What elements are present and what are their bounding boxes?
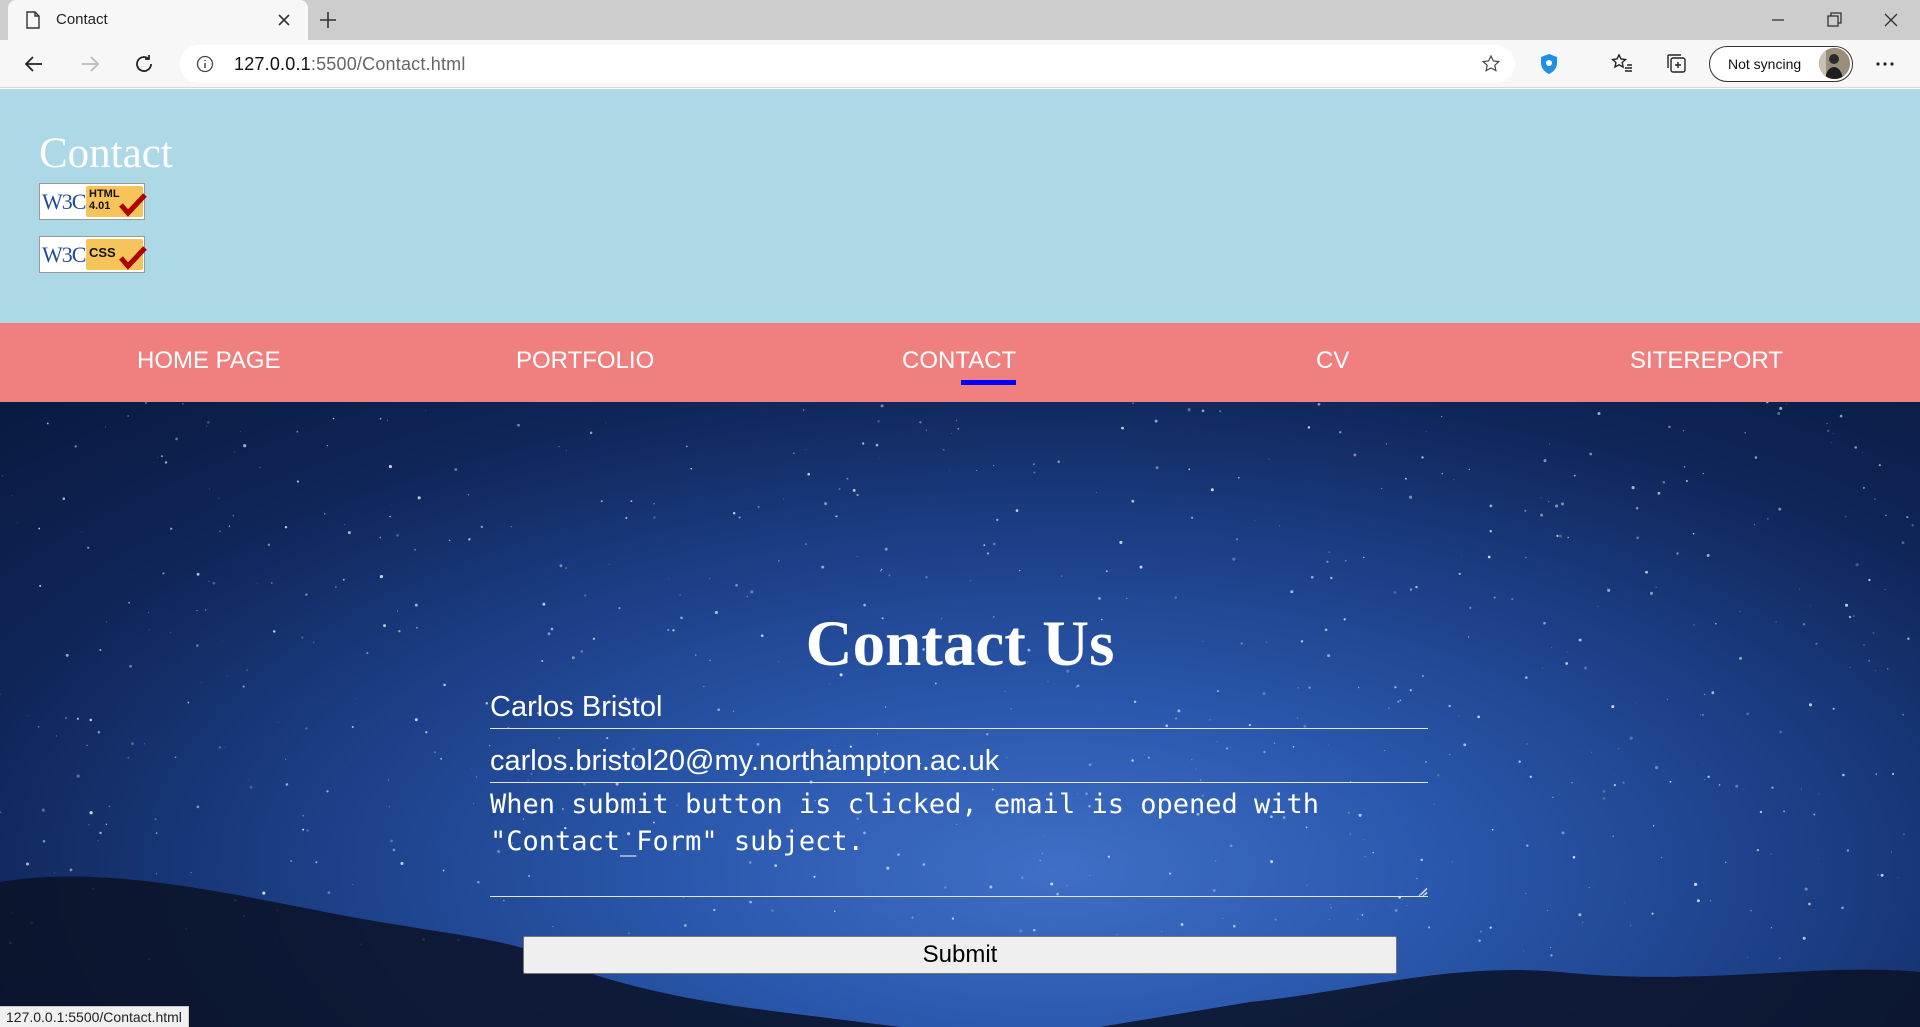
address-bar: 127.0.0.1:5500/Contact.html Not syncing [0, 40, 1920, 88]
close-tab-icon[interactable] [274, 10, 294, 30]
refresh-icon[interactable] [132, 52, 156, 76]
submit-button[interactable]: Submit [523, 936, 1397, 974]
more-options-icon[interactable] [1873, 52, 1897, 76]
email-field[interactable] [490, 740, 1428, 783]
checkmark-icon [119, 246, 147, 270]
nav-contact[interactable]: CONTACT [902, 347, 1017, 385]
w3c-logo-text: W3C [42, 189, 86, 214]
avatar [1819, 48, 1850, 79]
favorites-icon[interactable] [1610, 52, 1634, 76]
nav-cv[interactable]: CV [1316, 347, 1349, 375]
w3c-logo-text: W3C [42, 242, 86, 267]
forward-icon[interactable] [78, 52, 102, 76]
main-nav: HOME PAGE PORTFOLIO CONTACT CV SITEREPOR… [0, 323, 1920, 402]
page-title: Contact [39, 130, 173, 177]
favorite-star-icon[interactable] [1481, 54, 1501, 74]
tab-strip: Contact [0, 0, 1920, 40]
nav-sitereport[interactable]: SITEREPORT [1630, 347, 1783, 375]
starry-sky-background: Contact Us When submit button is clicked… [0, 402, 1920, 1027]
url-field[interactable]: 127.0.0.1:5500/Contact.html [180, 45, 1515, 83]
badge-label: HTML 4.01 [89, 188, 120, 212]
new-tab-icon[interactable] [316, 8, 340, 32]
w3c-css-badge[interactable]: W3C CSS [39, 236, 147, 273]
message-textarea[interactable]: When submit button is clicked, email is … [490, 786, 1428, 897]
profile-sync-button[interactable]: Not syncing [1709, 46, 1853, 82]
site-info-icon[interactable] [196, 55, 214, 73]
back-icon[interactable] [22, 52, 46, 76]
nav-portfolio[interactable]: PORTFOLIO [516, 347, 654, 375]
browser-tab[interactable]: Contact [8, 0, 308, 40]
nav-home-page[interactable]: HOME PAGE [137, 347, 281, 375]
contact-heading: Contact Us [805, 608, 1115, 680]
tab-title: Contact [56, 11, 108, 28]
avatar-image-icon [1819, 48, 1850, 79]
url-text: 127.0.0.1:5500/Contact.html [234, 54, 466, 75]
document-icon [26, 11, 40, 29]
url-host: 127.0.0.1 [234, 54, 311, 74]
w3c-html-badge[interactable]: W3C HTML 4.01 [39, 183, 147, 220]
resize-grip-icon[interactable] [1416, 885, 1428, 897]
close-window-icon[interactable] [1877, 6, 1905, 34]
name-field[interactable] [490, 687, 1428, 729]
site-header: Contact W3C HTML 4.01 W3C CSS [0, 89, 1920, 323]
checkmark-icon [119, 193, 147, 217]
sync-label: Not syncing [1728, 56, 1802, 72]
shield-extension-icon[interactable] [1537, 52, 1561, 76]
minimize-icon[interactable] [1764, 6, 1792, 34]
page-viewport: Contact W3C HTML 4.01 W3C CSS HOME PAGE … [0, 89, 1920, 1027]
collections-icon[interactable] [1665, 52, 1689, 76]
url-path: :5500/Contact.html [310, 54, 466, 74]
restore-icon[interactable] [1820, 6, 1848, 34]
badge-label: CSS [89, 245, 116, 260]
status-bar-url: 127.0.0.1:5500/Contact.html [0, 1006, 189, 1027]
